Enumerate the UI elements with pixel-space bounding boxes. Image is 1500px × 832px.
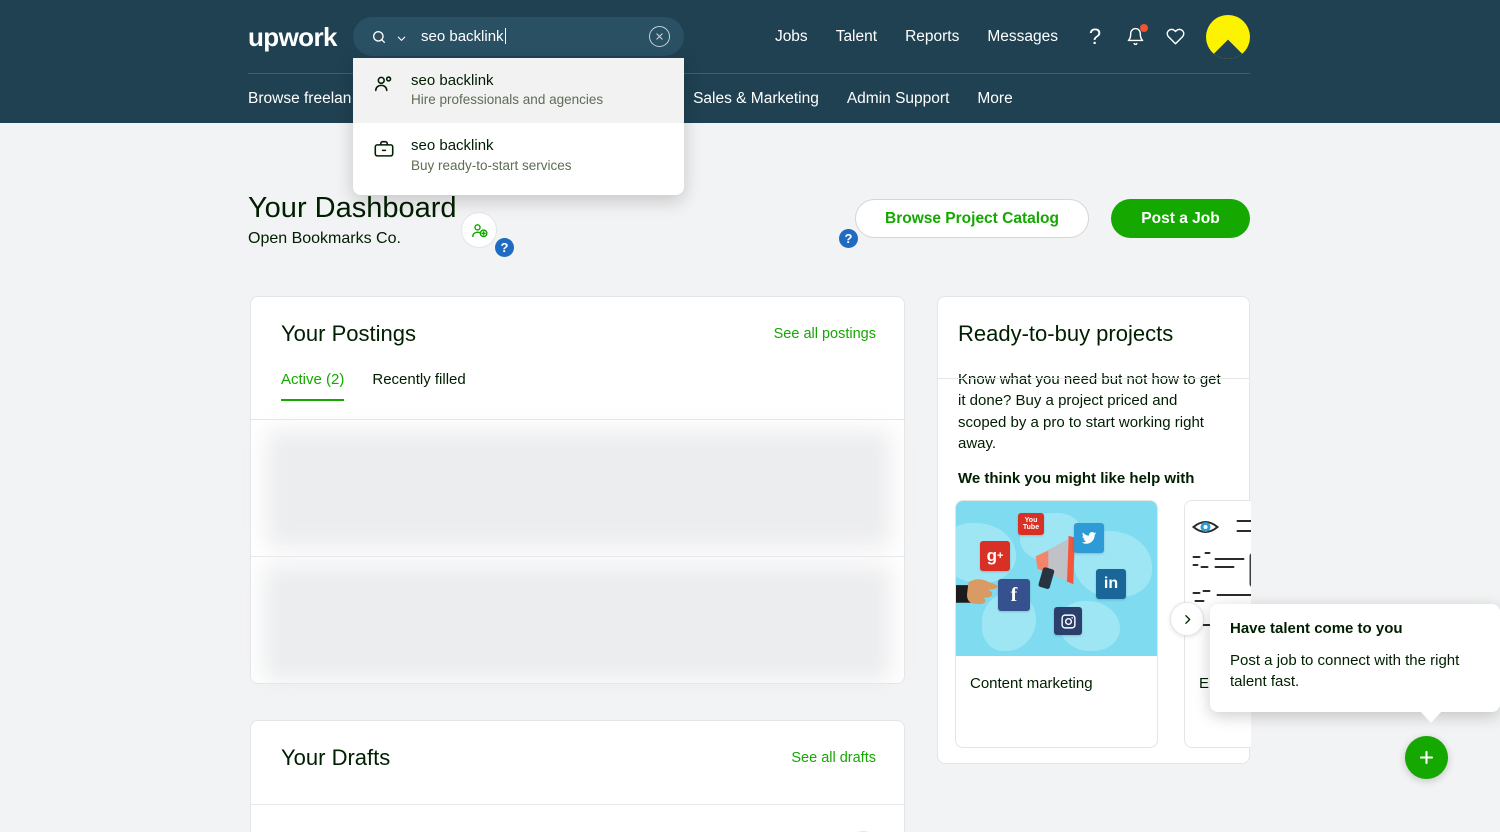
twitter-icon (1074, 523, 1104, 553)
notification-dot (1140, 23, 1148, 32)
search-scope-chevron-down-icon[interactable] (396, 31, 407, 42)
tooltip-title: Have talent come to you (1230, 620, 1403, 637)
invite-member-button[interactable] (461, 212, 497, 248)
ready-divider (938, 378, 1249, 379)
suggestion-subtitle: Buy ready-to-start services (411, 157, 572, 173)
ready-subheading: We think you might like help with (958, 470, 1195, 488)
facebook-icon: f (998, 579, 1030, 611)
browse-project-catalog-button[interactable]: Browse Project Catalog (855, 199, 1089, 238)
suggestion-title: seo backlink (411, 72, 494, 89)
suggestion-subtitle: Hire professionals and agencies (411, 92, 604, 108)
drafts-title: Your Drafts (281, 745, 391, 770)
see-all-drafts-link[interactable]: See all drafts (791, 750, 876, 766)
tooltip-body: Post a job to connect with the right tal… (1230, 652, 1460, 691)
search-input-value-wrap: seo backlink (421, 28, 649, 45)
your-postings-card: Your Postings See all postings Active (2… (250, 296, 905, 684)
your-drafts-card: Your Drafts See all drafts (250, 720, 905, 832)
onboarding-tooltip: Have talent come to you Post a job to co… (1210, 604, 1500, 723)
company-name: Open Bookmarks Co. (248, 230, 401, 248)
search-suggestion-projects[interactable]: seo backlink Buy ready-to-start services (353, 123, 684, 188)
posting-row-placeholder (266, 430, 891, 548)
search-suggestions-dropdown: seo backlink Hire professionals and agen… (353, 58, 684, 195)
table-row[interactable] (251, 424, 904, 556)
project-carousel: You Tube g + f in Content marketing (955, 500, 1251, 748)
postings-title: Your Postings (281, 321, 416, 346)
favorites-heart-icon[interactable] (1158, 20, 1192, 54)
page-title: Your Dashboard (248, 192, 457, 224)
ready-to-buy-title: Ready-to-buy projects (958, 321, 1174, 346)
table-row[interactable] (251, 559, 904, 691)
primary-nav: Jobs Talent Reports Messages ? (761, 0, 1250, 73)
postings-tabs: Active (2) Recently filled (251, 347, 904, 401)
tab-active[interactable]: Active (2) (281, 371, 345, 401)
post-job-fab-button[interactable] (1405, 736, 1448, 779)
tabs-divider (251, 419, 904, 420)
subnav-item-more[interactable]: More (977, 90, 1012, 108)
help-badge-catalog[interactable]: ? (839, 229, 858, 248)
subnav-item-browse-freelancers[interactable]: Browse freelan (248, 90, 351, 108)
google-plus-icon: g + (980, 541, 1010, 571)
search-clear-button[interactable] (649, 26, 670, 47)
page-root: upwork Jobs Talent Reports Messages ? Br… (0, 0, 1500, 832)
project-name: Content marketing (970, 675, 1093, 692)
ready-description: Know what you need but not how to get it… (958, 371, 1221, 452)
help-badge-title[interactable]: ? (495, 238, 514, 257)
suggestion-title: seo backlink (411, 137, 494, 155)
nav-item-messages[interactable]: Messages (973, 28, 1072, 46)
briefcase-icon (373, 138, 395, 160)
tooltip-tail (1420, 711, 1442, 723)
drafts-card-header: Your Drafts See all drafts (251, 721, 904, 771)
project-card-content-marketing[interactable]: You Tube g + f in Content marketing (955, 500, 1158, 748)
carousel-next-button[interactable] (1170, 602, 1204, 636)
nav-item-jobs[interactable]: Jobs (761, 28, 822, 46)
subnav-item-admin-support[interactable]: Admin Support (847, 90, 950, 108)
plus-icon (1419, 750, 1434, 765)
postings-card-header: Your Postings See all postings (251, 297, 904, 347)
notifications-bell-icon[interactable] (1118, 20, 1152, 54)
chevron-right-icon (1184, 614, 1190, 624)
help-icon[interactable]: ? (1078, 20, 1112, 54)
drafts-divider (251, 804, 904, 805)
text-cursor (504, 28, 506, 44)
search-input-value: seo backlink (421, 28, 504, 45)
see-all-postings-link[interactable]: See all postings (774, 326, 876, 342)
post-a-job-button[interactable]: Post a Job (1111, 199, 1250, 238)
page-title-block: Your Dashboard Open Bookmarks Co. (248, 192, 457, 248)
ready-card-body: Know what you need but not how to get it… (938, 347, 1249, 487)
youtube-icon: You Tube (1018, 513, 1044, 535)
search-input[interactable]: seo backlink (353, 17, 684, 56)
row-divider (251, 556, 904, 557)
avatar[interactable] (1206, 14, 1250, 59)
subnav-item-sales-marketing[interactable]: Sales & Marketing (693, 90, 819, 108)
tab-recently-filled[interactable]: Recently filled (372, 371, 465, 401)
nav-item-talent[interactable]: Talent (822, 28, 891, 46)
instagram-icon (1054, 607, 1082, 635)
top-header: upwork Jobs Talent Reports Messages ? Br… (0, 0, 1500, 123)
linkedin-icon: in (1096, 569, 1126, 599)
help-icon-glyph: ? (1088, 23, 1102, 49)
nav-item-reports[interactable]: Reports (891, 28, 973, 46)
search-icon (371, 29, 387, 45)
people-icon (373, 73, 395, 95)
ready-card-header: Ready-to-buy projects (938, 297, 1249, 347)
add-person-icon (471, 223, 488, 237)
social-media-megaphone-illustration: You Tube g + f in (956, 501, 1157, 656)
upwork-logo[interactable]: upwork (248, 24, 337, 50)
search-suggestion-people[interactable]: seo backlink Hire professionals and agen… (353, 58, 684, 124)
ready-to-buy-projects-card: Ready-to-buy projects Know what you need… (937, 296, 1251, 764)
posting-row-placeholder (263, 565, 891, 682)
